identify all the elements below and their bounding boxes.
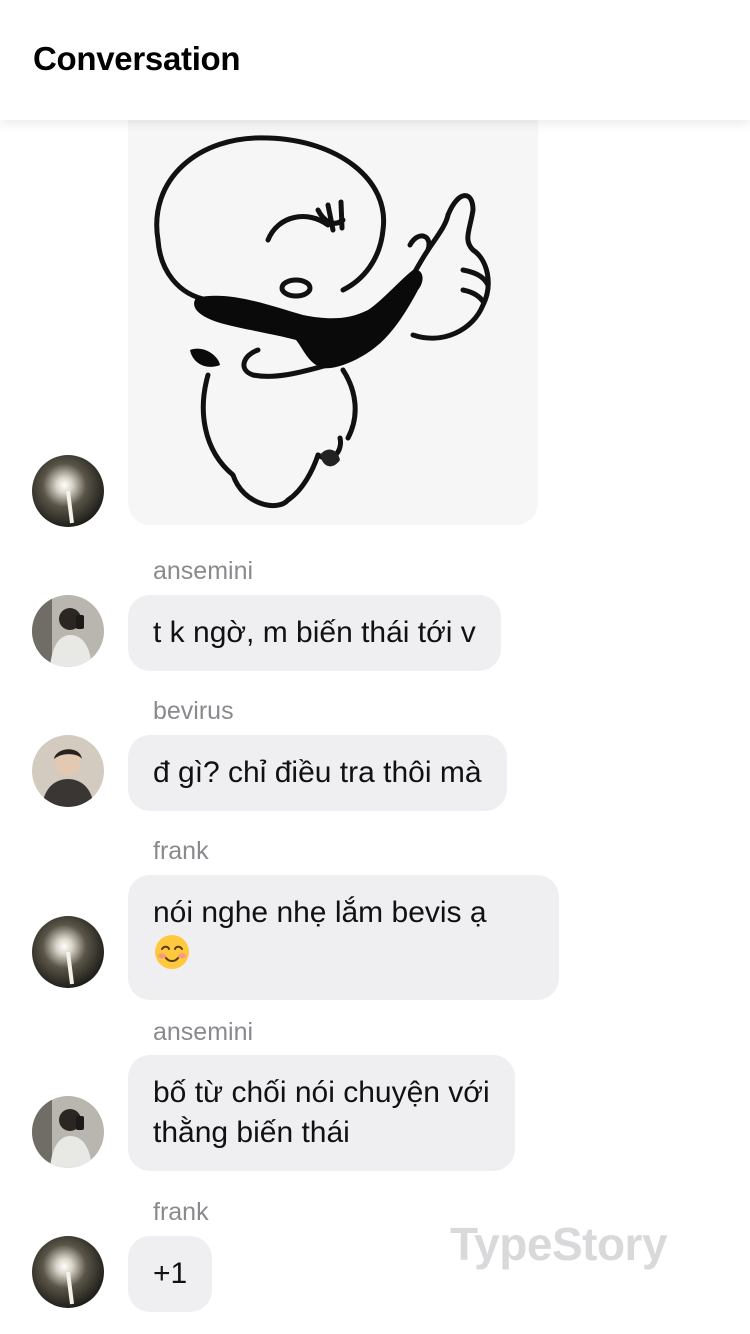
message-text: nói nghe nhẹ lắm bevis ạ	[153, 896, 487, 929]
thumbs-up-sunglasses-sticker-icon	[154, 135, 491, 509]
avatar[interactable]	[32, 1236, 104, 1308]
avatar-portrait-icon	[32, 735, 104, 807]
sender-name: frank	[153, 837, 209, 865]
avatar[interactable]	[32, 735, 104, 807]
sender-name: frank	[153, 1198, 209, 1226]
message-list[interactable]: ansemini t k ngờ, m biến thái tới v bevi…	[0, 120, 750, 1334]
message-text: t k ngờ, m biến thái tới v	[153, 616, 476, 649]
message-text: đ gì? chỉ điều tra thôi mà	[153, 756, 482, 789]
message-text-line1: bố từ chối nói chuyện với	[153, 1076, 490, 1109]
avatar[interactable]	[32, 1096, 104, 1168]
header-bar: Conversation	[0, 0, 750, 120]
avatar[interactable]	[32, 916, 104, 988]
sender-name: ansemini	[153, 557, 254, 585]
avatar[interactable]	[32, 595, 104, 667]
sender-name: bevirus	[153, 697, 234, 725]
avatar-light-photo-icon	[32, 455, 104, 527]
smiling-face-icon	[153, 933, 191, 982]
message-bubble[interactable]: nói nghe nhẹ lắm bevis ạ	[128, 875, 559, 1000]
watermark-text: TypeStory	[450, 1218, 668, 1270]
sender-name: ansemini	[153, 1018, 254, 1046]
message-text-line2: thằng biến thái	[153, 1116, 350, 1149]
message-bubble[interactable]: bố từ chối nói chuyện với thằng biến thá…	[128, 1055, 515, 1171]
page-title: Conversation	[33, 40, 241, 77]
avatar[interactable]	[32, 455, 104, 527]
avatar-light-photo-icon	[32, 1236, 104, 1308]
message-bubble[interactable]: t k ngờ, m biến thái tới v	[128, 595, 501, 671]
message-bubble[interactable]: +1	[128, 1236, 213, 1312]
sticker-message[interactable]	[128, 120, 538, 525]
message-text: +1	[153, 1257, 188, 1290]
avatar-mirror-selfie-icon	[32, 1096, 104, 1168]
message-bubble[interactable]: đ gì? chỉ điều tra thôi mà	[128, 735, 507, 811]
avatar-light-photo-icon	[32, 916, 104, 988]
avatar-mirror-selfie-icon	[32, 595, 104, 667]
